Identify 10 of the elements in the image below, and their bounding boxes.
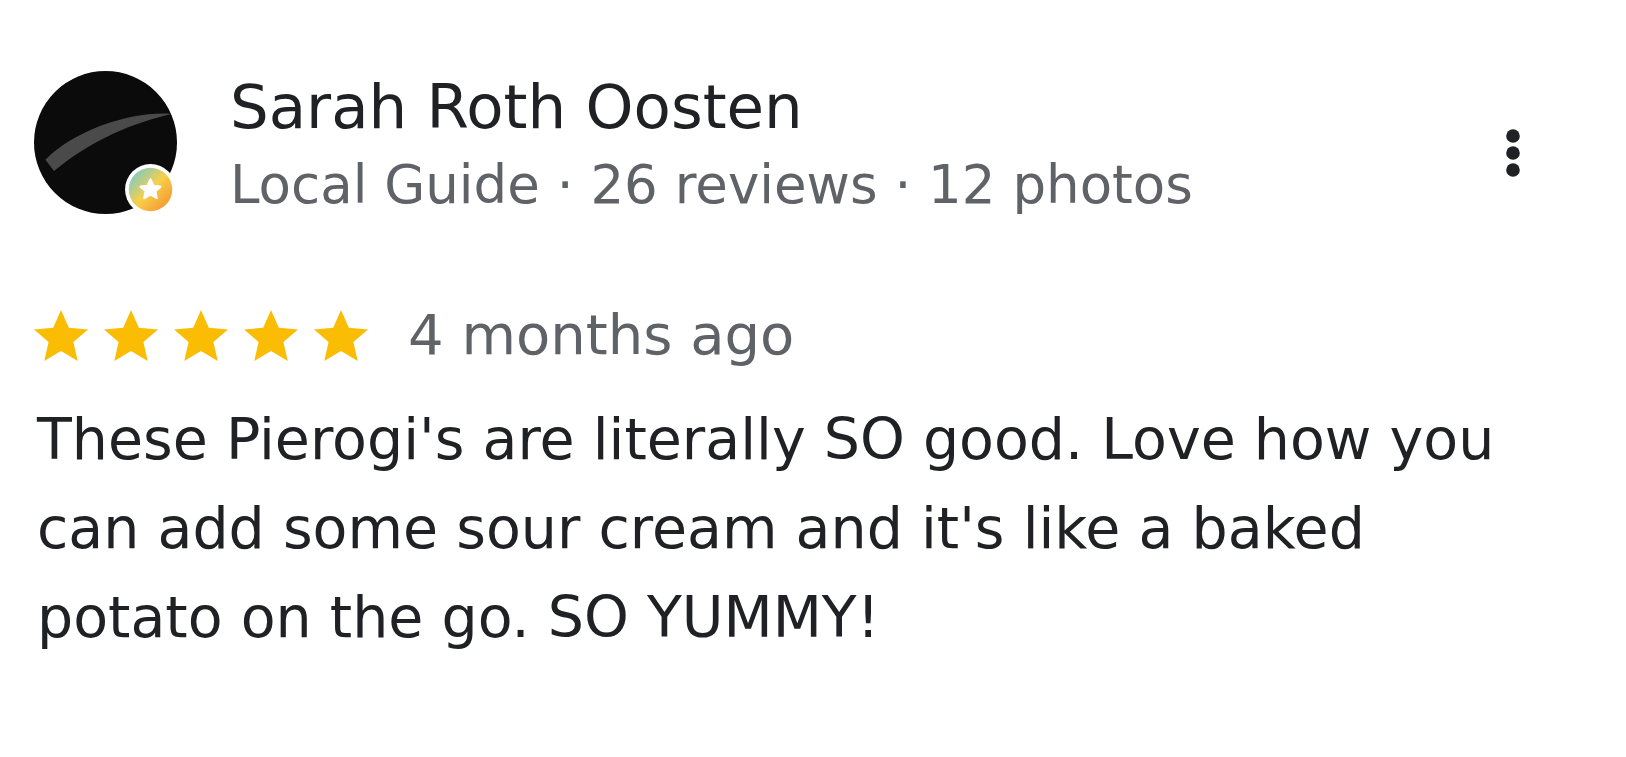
star-icon: [244, 309, 298, 361]
star-icon: [314, 309, 368, 361]
star-icon: [104, 309, 158, 361]
reviewer-stats: Local Guide · 26 reviews · 12 photos: [230, 153, 1193, 217]
star-icon: [174, 309, 228, 361]
reviewer-name[interactable]: Sarah Roth Oosten: [230, 71, 1193, 143]
review-date: 4 months ago: [408, 303, 795, 367]
review-text: These Pierogi's are literally SO good. Love how you can add some sour cream and it's like a baked potato on the go. SO YUMMY!: [37, 405, 1496, 652]
more-vertical-icon: [1506, 129, 1520, 177]
star-icon: [34, 309, 88, 361]
